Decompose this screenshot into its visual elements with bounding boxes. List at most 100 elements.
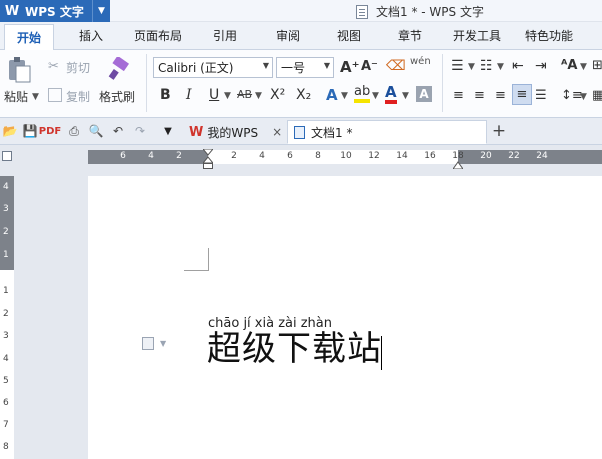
- highlight-icon[interactable]: ab: [354, 85, 371, 103]
- cut-button[interactable]: 剪切: [66, 59, 90, 76]
- chevron-down-icon[interactable]: ▼: [580, 92, 587, 102]
- paste-options-icon[interactable]: [142, 337, 154, 350]
- font-color-icon[interactable]: A: [385, 85, 397, 104]
- ruler-corner: [0, 145, 14, 169]
- chevron-down-icon[interactable]: ▼: [580, 62, 587, 72]
- export-pdf-icon[interactable]: PDF: [39, 123, 61, 139]
- ruler-number: 14: [396, 151, 408, 161]
- app-menu-button[interactable]: W WPS 文字 ▼: [0, 0, 110, 22]
- ruler-number: 6: [120, 151, 126, 161]
- menu-bar: 开始 插入 页面布局 引用 审阅 视图 章节 开发工具 特色功能: [0, 22, 602, 51]
- document-icon: [356, 4, 368, 19]
- tab-references[interactable]: 引用: [213, 27, 237, 44]
- show-marks-icon[interactable]: ⊞: [592, 58, 602, 73]
- tab-page-layout[interactable]: 页面布局: [134, 27, 182, 44]
- format-painter-button[interactable]: 格式刷: [99, 88, 135, 105]
- customize-toolbar-icon[interactable]: ▼: [160, 123, 176, 139]
- distributed-align-icon[interactable]: ☰: [535, 88, 547, 103]
- bullet-list-icon[interactable]: ☰: [451, 58, 464, 74]
- doc-tab-current-label: 文档1 *: [311, 125, 353, 140]
- font-size-value: 一号: [281, 61, 306, 75]
- chevron-down-icon[interactable]: ▼: [468, 62, 475, 72]
- chevron-down-icon[interactable]: ▼: [92, 0, 110, 22]
- indent-marker-icon[interactable]: [201, 148, 215, 169]
- doc-tab-current[interactable]: 文档1 *: [287, 120, 487, 144]
- tab-start[interactable]: 开始: [4, 24, 55, 51]
- font-size-select[interactable]: 一号 ▼: [276, 57, 334, 78]
- document-page[interactable]: [88, 176, 602, 459]
- tab-view[interactable]: 视图: [337, 27, 361, 44]
- italic-icon[interactable]: I: [186, 87, 192, 103]
- shrink-font-icon[interactable]: A⁻: [361, 59, 378, 74]
- numbered-list-icon[interactable]: ☷: [480, 58, 493, 74]
- ruler-number: 6: [3, 398, 9, 408]
- open-folder-icon[interactable]: 📂: [2, 123, 18, 139]
- strikethrough-icon[interactable]: AB: [237, 88, 252, 101]
- clear-format-icon[interactable]: ⌫: [386, 58, 406, 74]
- character-shading-icon[interactable]: A: [416, 86, 432, 102]
- subscript-icon[interactable]: X₂: [296, 87, 311, 103]
- document-text[interactable]: 超级下载站: [207, 328, 382, 370]
- quick-access-bar: 📂 💾 PDF ⎙ 🔍 ↶ ↷ ▼ W 我的WPS × 文档1 * +: [0, 118, 602, 145]
- bold-icon[interactable]: B: [160, 87, 171, 103]
- ruler-number: 4: [148, 151, 154, 161]
- font-name-select[interactable]: Calibri (正文) ▼: [153, 57, 273, 78]
- tab-review[interactable]: 审阅: [276, 27, 300, 44]
- ruler-number: 2: [231, 151, 237, 161]
- tab-special[interactable]: 特色功能: [525, 27, 573, 44]
- ruler-number: 24: [536, 151, 548, 161]
- print-icon[interactable]: ⎙: [66, 123, 82, 139]
- save-icon[interactable]: 💾: [22, 123, 38, 139]
- superscript-icon[interactable]: X²: [270, 87, 285, 103]
- text-effect-icon[interactable]: A: [326, 86, 338, 104]
- ruler-number: 20: [480, 151, 492, 161]
- chevron-down-icon[interactable]: ▼: [255, 91, 262, 101]
- undo-icon[interactable]: ↶: [110, 123, 126, 139]
- ruler-number: 22: [508, 151, 520, 161]
- ruler-number: 2: [176, 151, 182, 161]
- text-caret: [381, 336, 382, 370]
- horizontal-ruler-text-area: [208, 150, 458, 164]
- phonetic-guide-icon[interactable]: wén: [410, 56, 431, 67]
- ruler-number: 10: [340, 151, 352, 161]
- chevron-down-icon[interactable]: ▼: [402, 91, 409, 101]
- borders-icon[interactable]: ▦: [592, 88, 602, 103]
- ruler-number: 4: [259, 151, 265, 161]
- increase-indent-icon[interactable]: ⇥: [535, 58, 547, 74]
- close-icon[interactable]: ×: [272, 125, 282, 139]
- copy-icon: [48, 88, 62, 102]
- justify-icon[interactable]: ≡: [512, 84, 532, 105]
- format-painter-icon[interactable]: [106, 56, 132, 82]
- tab-insert[interactable]: 插入: [79, 27, 103, 44]
- align-center-icon[interactable]: ≡: [474, 88, 485, 103]
- grow-font-icon[interactable]: A⁺: [340, 58, 360, 76]
- align-left-icon[interactable]: ≡: [453, 88, 464, 103]
- underline-icon[interactable]: U: [209, 87, 219, 103]
- ruler-number: 1: [3, 286, 9, 296]
- chevron-down-icon[interactable]: ▼: [372, 91, 379, 101]
- chevron-down-icon[interactable]: ▼: [341, 91, 348, 101]
- tab-developer[interactable]: 开发工具: [453, 27, 501, 44]
- paste-dropdown-icon[interactable]: ▼: [32, 92, 39, 102]
- print-preview-icon[interactable]: 🔍: [88, 123, 104, 139]
- align-right-icon[interactable]: ≡: [495, 88, 506, 103]
- ruler-number: 3: [3, 331, 9, 341]
- chevron-down-icon[interactable]: ▼: [160, 339, 166, 348]
- paste-button[interactable]: 粘贴: [4, 88, 28, 105]
- tab-chapter[interactable]: 章节: [398, 27, 422, 44]
- ruler-number: 16: [424, 151, 436, 161]
- change-case-icon[interactable]: ᴬA: [561, 58, 577, 73]
- copy-button[interactable]: 复制: [66, 88, 90, 105]
- chevron-down-icon[interactable]: ▼: [224, 91, 231, 101]
- ruler-number: 4: [3, 354, 9, 364]
- chevron-down-icon: ▼: [323, 61, 330, 70]
- vertical-ruler-text-area: [0, 270, 14, 459]
- decrease-indent-icon[interactable]: ⇤: [512, 58, 524, 74]
- chevron-down-icon[interactable]: ▼: [497, 62, 504, 72]
- paste-icon[interactable]: [6, 56, 34, 84]
- tab-stop-selector-icon[interactable]: [2, 151, 12, 161]
- redo-icon[interactable]: ↷: [132, 123, 148, 139]
- ruler-number: 3: [3, 204, 9, 214]
- new-tab-icon[interactable]: +: [491, 121, 507, 141]
- doc-tab-home[interactable]: W 我的WPS ×: [183, 120, 288, 144]
